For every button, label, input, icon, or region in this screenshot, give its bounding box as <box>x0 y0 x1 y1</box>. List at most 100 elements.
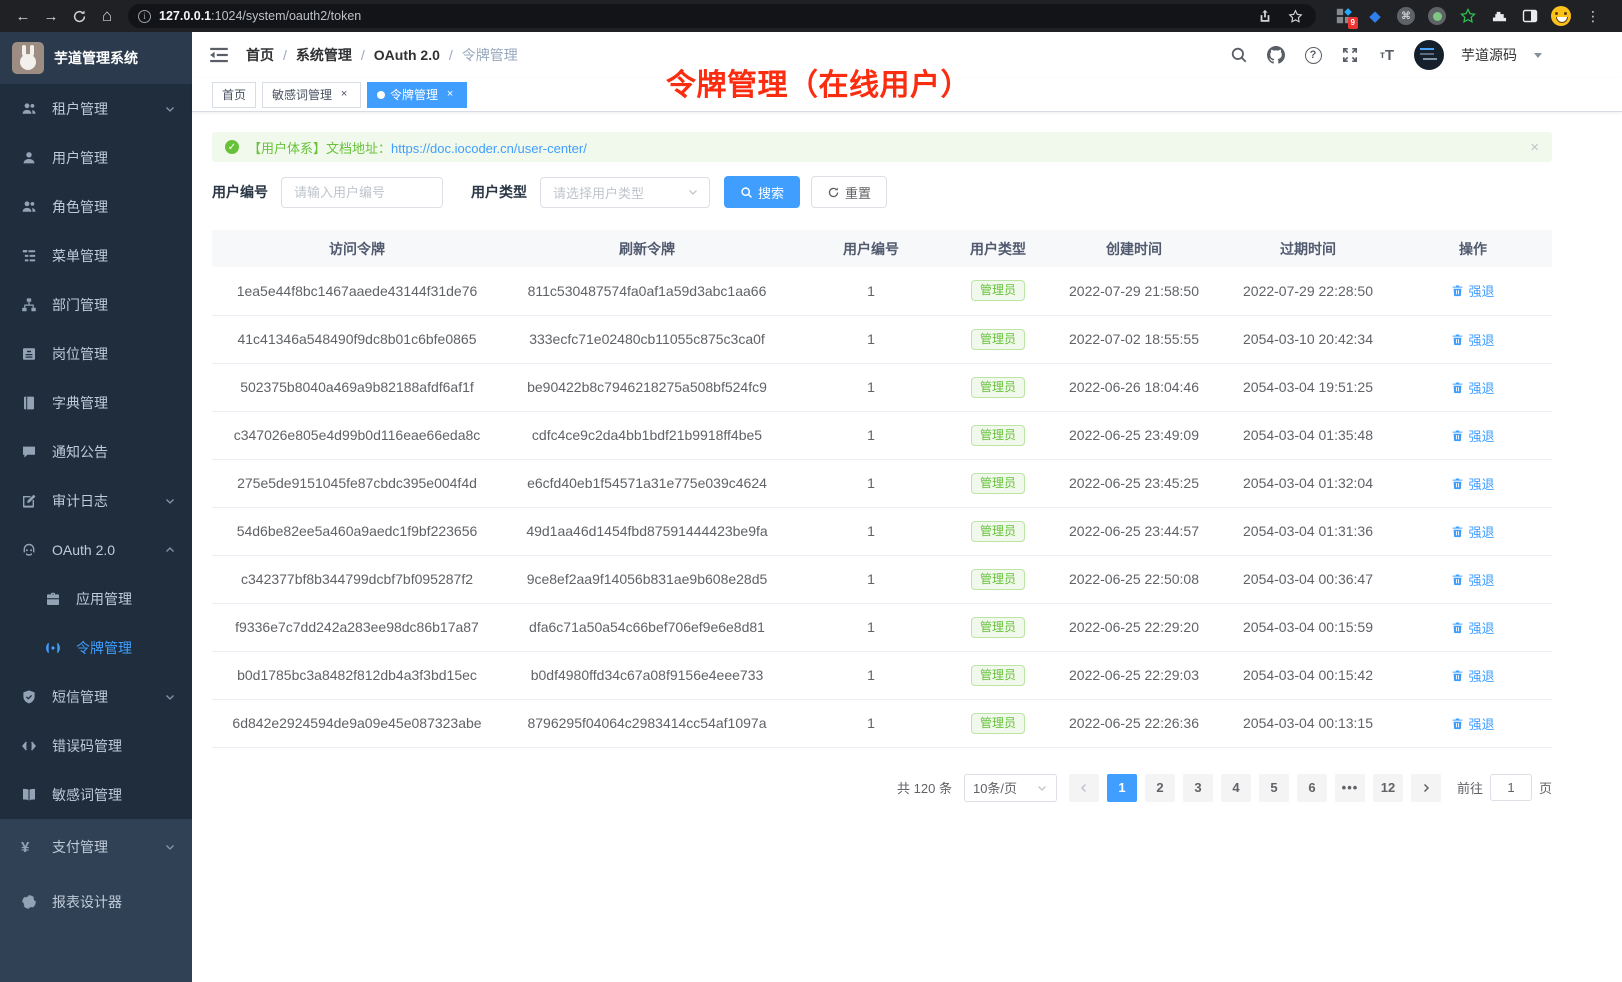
sidebar-item-user[interactable]: 用户管理 <box>0 133 192 182</box>
extension-toolbar: 9 ◆ ⌘ ⋮ <box>1326 6 1612 26</box>
doc-link[interactable]: https://doc.iocoder.cn/user-center/ <box>391 141 587 156</box>
user-menu-caret-icon[interactable] <box>1534 53 1542 62</box>
browser-reload-icon[interactable] <box>66 4 92 28</box>
force-logout-button[interactable]: 强退 <box>1451 426 1494 445</box>
record-extension-icon[interactable] <box>1427 6 1447 26</box>
user-type-select[interactable]: 请选择用户类型 <box>540 177 710 208</box>
browser-home-icon[interactable]: ⌂ <box>94 4 120 28</box>
access-token-cell: f9336e7c7dd242a283ee98dc86b17a87 <box>212 603 502 651</box>
expire-time-cell: 2054-03-10 20:42:34 <box>1222 315 1394 363</box>
table-row: c342377bf8b344799dcbf7bf095287f2 9ce8ef2… <box>212 555 1552 603</box>
trash-icon <box>1451 669 1464 682</box>
profile-avatar-icon[interactable] <box>1551 6 1571 26</box>
force-logout-button[interactable]: 强退 <box>1451 522 1494 541</box>
force-logout-button[interactable]: 强退 <box>1451 474 1494 493</box>
tag-token[interactable]: 令牌管理 × <box>367 82 467 108</box>
sidebar-item-menu[interactable]: 菜单管理 <box>0 231 192 280</box>
reset-button[interactable]: 重置 <box>811 176 887 208</box>
page-button-1[interactable]: 1 <box>1107 774 1137 802</box>
sidebar-item-dict[interactable]: 字典管理 <box>0 378 192 427</box>
page-button-5[interactable]: 5 <box>1259 774 1289 802</box>
tag-close-icon[interactable]: × <box>443 88 457 102</box>
page-size-select[interactable]: 10条/页 <box>964 774 1057 802</box>
user-avatar[interactable] <box>1414 40 1444 70</box>
sidebar-item-notice[interactable]: 通知公告 <box>0 427 192 476</box>
prev-page-icon[interactable] <box>1069 774 1099 802</box>
browser-forward-icon[interactable]: → <box>38 4 64 28</box>
site-info-icon[interactable]: i <box>138 10 151 23</box>
page-button-12[interactable]: 12 <box>1373 774 1403 802</box>
fullscreen-icon[interactable] <box>1340 45 1360 65</box>
force-logout-button[interactable]: 强退 <box>1451 330 1494 349</box>
sidebar-menu-sub: 租户管理 用户管理 角色管理 菜单管理 部门管理 岗位管理 字典管理 通知公告 <box>0 84 192 819</box>
search-button[interactable]: 搜索 <box>724 176 800 208</box>
pie-icon <box>21 894 37 910</box>
force-logout-button[interactable]: 强退 <box>1451 570 1494 589</box>
access-token-cell: c347026e805e4d99b0d116eae66eda8c <box>212 411 502 459</box>
font-size-icon[interactable]: тT <box>1377 45 1397 65</box>
address-bar[interactable]: i 127.0.0.1:1024/system/oauth2/token <box>128 4 1316 28</box>
logo-avatar <box>12 42 44 74</box>
sidebar-item-sensitive[interactable]: 敏感词管理 <box>0 770 192 819</box>
sidebar-item-post[interactable]: 岗位管理 <box>0 329 192 378</box>
tag-sensitive[interactable]: 敏感词管理 × <box>262 82 361 108</box>
gem-extension-icon[interactable]: ◆ <box>1365 6 1385 26</box>
tag-close-icon[interactable]: × <box>337 88 351 102</box>
force-logout-button[interactable]: 强退 <box>1451 281 1494 300</box>
user-type-badge: 管理员 <box>971 665 1025 686</box>
force-logout-button[interactable]: 强退 <box>1451 714 1494 733</box>
breadcrumb-oauth[interactable]: OAuth 2.0 <box>374 47 440 63</box>
next-page-icon[interactable] <box>1411 774 1441 802</box>
page-button-6[interactable]: 6 <box>1297 774 1327 802</box>
username[interactable]: 芋道源码 <box>1461 45 1517 65</box>
app-logo[interactable]: 芋道管理系统 <box>0 32 192 84</box>
sidebar-item-pay[interactable]: ¥ 支付管理 <box>0 819 192 874</box>
sidebar-item-errcode[interactable]: 错误码管理 <box>0 721 192 770</box>
alert-close-icon[interactable]: × <box>1530 139 1539 156</box>
github-icon[interactable] <box>1266 45 1286 65</box>
sidebar-item-report[interactable]: 报表设计器 <box>0 874 192 929</box>
command-extension-icon[interactable]: ⌘ <box>1396 6 1416 26</box>
page-button-2[interactable]: 2 <box>1145 774 1175 802</box>
breadcrumb-home[interactable]: 首页 <box>246 45 274 65</box>
force-logout-button[interactable]: 强退 <box>1451 618 1494 637</box>
user-id-cell: 1 <box>792 555 950 603</box>
create-time-cell: 2022-06-25 23:45:25 <box>1046 459 1222 507</box>
goto-page-input[interactable] <box>1490 774 1532 801</box>
page-button-3[interactable]: 3 <box>1183 774 1213 802</box>
sidebar-item-oauth2-token[interactable]: 令牌管理 <box>0 623 192 672</box>
user-id-input[interactable] <box>281 177 443 208</box>
breadcrumb-system[interactable]: 系统管理 <box>296 45 352 65</box>
puzzle-extensions-icon[interactable] <box>1489 6 1509 26</box>
side-panel-icon[interactable] <box>1520 6 1540 26</box>
share-icon[interactable] <box>1254 9 1276 23</box>
sidebar-item-dept[interactable]: 部门管理 <box>0 280 192 329</box>
search-icon[interactable] <box>1229 45 1249 65</box>
sidebar-item-role[interactable]: 角色管理 <box>0 182 192 231</box>
refresh-token-cell: e6cfd40eb1f54571a31e775e039c4624 <box>502 459 792 507</box>
sidebar-item-oauth2-app[interactable]: 应用管理 <box>0 574 192 623</box>
create-time-cell: 2022-07-02 18:55:55 <box>1046 315 1222 363</box>
collapse-menu-icon[interactable] <box>208 44 230 66</box>
user-id-cell: 1 <box>792 363 950 411</box>
bookmark-star-icon[interactable] <box>1284 9 1306 24</box>
page-button-4[interactable]: 4 <box>1221 774 1251 802</box>
user-type-badge: 管理员 <box>971 329 1025 350</box>
sidebar-item-audit[interactable]: 审计日志 <box>0 476 192 525</box>
sidebar-item-sms[interactable]: 短信管理 <box>0 672 192 721</box>
help-icon[interactable]: ? <box>1303 45 1323 65</box>
star-extension-icon[interactable] <box>1458 6 1478 26</box>
tag-home[interactable]: 首页 <box>212 82 256 108</box>
column-header: 刷新令牌 <box>502 230 792 267</box>
pagination: 共 120 条 10条/页 123456•••12 <box>212 774 1552 802</box>
more-pages-button[interactable]: ••• <box>1335 774 1365 802</box>
sidebar-item-tenant[interactable]: 租户管理 <box>0 84 192 133</box>
user-id-cell: 1 <box>792 315 950 363</box>
browser-back-icon[interactable]: ← <box>10 4 36 28</box>
force-logout-button[interactable]: 强退 <box>1451 378 1494 397</box>
force-logout-button[interactable]: 强退 <box>1451 666 1494 685</box>
sidebar-item-oauth2[interactable]: OAuth 2.0 <box>0 525 192 574</box>
extension-grid-icon[interactable]: 9 <box>1334 6 1354 26</box>
expire-time-cell: 2022-07-29 22:28:50 <box>1222 267 1394 315</box>
browser-menu-icon[interactable]: ⋮ <box>1582 8 1604 25</box>
